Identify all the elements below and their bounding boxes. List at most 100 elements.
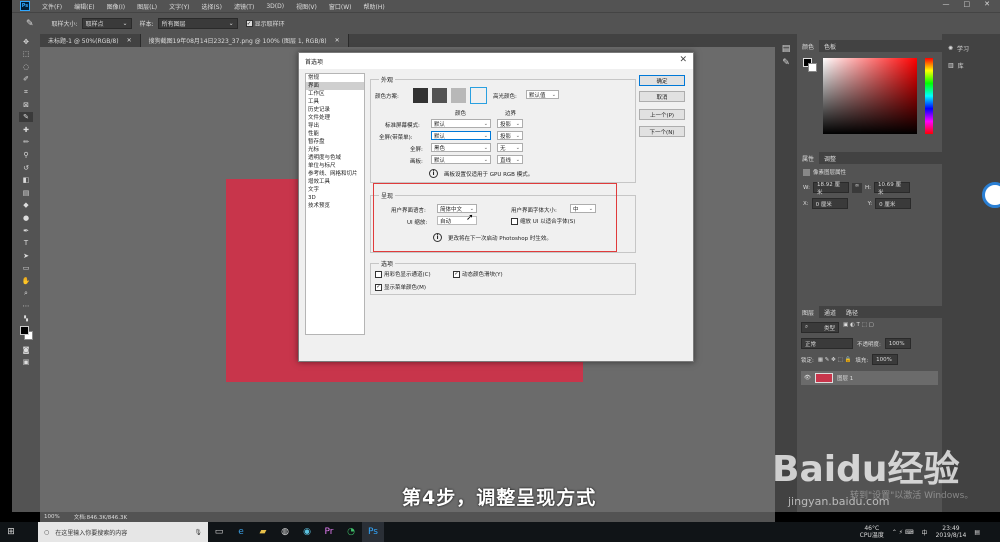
- menu-window[interactable]: 窗口(W): [329, 2, 352, 11]
- crop-tool-icon[interactable]: ⌗: [19, 87, 33, 97]
- path-selection-tool-icon[interactable]: ➤: [19, 251, 33, 261]
- color-picker[interactable]: [797, 52, 942, 140]
- artboard-color-select[interactable]: 默认 ⌄: [431, 155, 491, 164]
- menu-3d[interactable]: 3D(D): [266, 3, 284, 10]
- move-tool-icon[interactable]: ✥: [19, 37, 33, 47]
- close-icon[interactable]: ✕: [679, 55, 687, 65]
- menu-image[interactable]: 图像(I): [107, 2, 125, 11]
- link-icon[interactable]: ∞: [851, 182, 862, 193]
- brush-tool-icon[interactable]: ✏: [19, 137, 33, 147]
- zoom-level[interactable]: 100%: [44, 514, 60, 520]
- tab-screenshot-png[interactable]: 搜狗截图19年08月14日2323_37.png @ 100% (图层 1, R…: [140, 34, 349, 47]
- sample-layer-select[interactable]: 所有图层 ⌄: [157, 18, 238, 29]
- notification-icon[interactable]: ▤: [974, 529, 980, 536]
- blur-tool-icon[interactable]: ◆: [19, 200, 33, 210]
- clone-stamp-tool-icon[interactable]: ⚲: [19, 150, 33, 160]
- fullscreen-border-select[interactable]: 无 ⌄: [497, 143, 523, 152]
- windows-start-icon[interactable]: ⊞: [0, 522, 22, 542]
- menu-type[interactable]: 文字(Y): [169, 2, 189, 11]
- menu-file[interactable]: 文件(F): [42, 2, 62, 11]
- nav-item-technology-previews[interactable]: 技术预览: [306, 202, 364, 210]
- sample-size-select[interactable]: 取样点 ⌄: [81, 18, 132, 29]
- highlight-color-select[interactable]: 默认值 ⌄: [526, 90, 559, 99]
- file-explorer-icon[interactable]: ▰: [252, 522, 274, 542]
- taskbar-clock[interactable]: 23:49 2019/8/14: [936, 525, 967, 539]
- tab-swatches[interactable]: 色板: [819, 40, 841, 52]
- menu-colors-option[interactable]: ✓ 显示菜单颜色(M): [375, 283, 426, 291]
- edge-browser-icon[interactable]: e: [230, 522, 252, 542]
- nav-item-3d[interactable]: 3D: [306, 194, 364, 202]
- lasso-tool-icon[interactable]: ◌: [19, 62, 33, 72]
- fullscreen-menu-color-select[interactable]: 默认 ⌄: [431, 131, 491, 140]
- layer-row[interactable]: 👁 图层 1: [801, 371, 938, 385]
- standard-screen-color-select[interactable]: 默认 ⌄: [431, 119, 491, 128]
- quick-select-tool-icon[interactable]: ✐: [19, 74, 33, 84]
- pen-tool-icon[interactable]: ✒: [19, 226, 33, 236]
- assistant-icon[interactable]: [982, 182, 1000, 208]
- tab-properties[interactable]: 属性: [797, 152, 820, 164]
- tab-untitled-1[interactable]: 未标题-1 @ 50%(RGB/8) ✕: [40, 34, 141, 47]
- x-field[interactable]: 0 厘米: [811, 198, 848, 209]
- close-icon[interactable]: ✕: [335, 37, 340, 44]
- y-field[interactable]: 0 厘米: [875, 198, 912, 209]
- tab-color[interactable]: 颜色: [797, 40, 820, 52]
- nav-item-transparency-gamut[interactable]: 透明度与色域: [306, 154, 364, 162]
- taskbar-search-box[interactable]: ○ 在这里输入你要搜索的内容 🎙: [38, 522, 208, 542]
- history-brush-tool-icon[interactable]: ↺: [19, 163, 33, 173]
- menu-edit[interactable]: 编辑(E): [74, 2, 94, 11]
- next-button[interactable]: 下一个(N): [639, 126, 685, 137]
- minimize-icon[interactable]: —: [943, 0, 950, 8]
- channels-in-color-checkbox[interactable]: [375, 270, 382, 278]
- channels-in-color-option[interactable]: 用彩色显示通道(C): [375, 270, 431, 278]
- background-color-chip[interactable]: [808, 63, 817, 72]
- nav-item-guides-grid-slices[interactable]: 参考线、网格和切片: [306, 170, 364, 178]
- show-ring-checkbox[interactable]: ✓: [245, 20, 253, 27]
- nav-item-units-rulers[interactable]: 单位与标尺: [306, 162, 364, 170]
- opacity-field[interactable]: 100%: [884, 338, 911, 349]
- screen-mode-icon[interactable]: ▣: [19, 357, 33, 367]
- hand-tool-icon[interactable]: ✋: [19, 276, 33, 286]
- zoom-tool-icon[interactable]: ⌕: [19, 288, 33, 298]
- marquee-tool-icon[interactable]: ⬚: [19, 49, 33, 59]
- menu-layer[interactable]: 图层(L): [137, 2, 157, 11]
- color-scheme-swatch-darkest[interactable]: [413, 88, 428, 103]
- premiere-icon[interactable]: Pr: [318, 522, 340, 542]
- menu-colors-checkbox[interactable]: ✓: [375, 283, 382, 291]
- hue-slider[interactable]: [925, 58, 933, 134]
- tray-icons[interactable]: ⌃ ⚡ ⌨: [892, 529, 914, 536]
- color-scheme-swatch-light[interactable]: [470, 87, 487, 104]
- nav-item-plugins[interactable]: 增效工具: [306, 178, 364, 186]
- fill-field[interactable]: 100%: [872, 354, 899, 365]
- library-item[interactable]: ▥ 库: [948, 61, 1000, 70]
- eraser-tool-icon[interactable]: ◧: [19, 175, 33, 185]
- lock-icons[interactable]: ▦ ✎ ✥ ⬚ 🔒: [818, 357, 851, 363]
- task-view-icon[interactable]: ▭: [208, 522, 230, 542]
- frame-tool-icon[interactable]: ⊠: [19, 100, 33, 110]
- tab-paths[interactable]: 路径: [841, 306, 863, 318]
- previous-button[interactable]: 上一个(P): [639, 109, 685, 120]
- photoshop-taskbar-icon[interactable]: Ps: [362, 522, 384, 542]
- nav-item-workspace[interactable]: 工作区: [306, 90, 364, 98]
- nav-item-file-handling[interactable]: 文件处理: [306, 114, 364, 122]
- blend-mode-select[interactable]: 正常: [801, 338, 853, 349]
- nav-item-general[interactable]: 常规: [306, 74, 364, 82]
- quick-mask-icon[interactable]: ◙: [19, 345, 33, 355]
- dynamic-sliders-option[interactable]: ✓ 动态颜色滑块(Y): [453, 270, 503, 278]
- standard-screen-border-select[interactable]: 投影 ⌄: [497, 119, 523, 128]
- nav-item-performance[interactable]: 性能: [306, 130, 364, 138]
- color-scheme-swatch-medium[interactable]: [451, 88, 466, 103]
- microphone-icon[interactable]: 🎙: [194, 529, 202, 536]
- wechat-icon[interactable]: ◔: [340, 522, 362, 542]
- nav-item-tools[interactable]: 工具: [306, 98, 364, 106]
- edit-toolbar-icon[interactable]: ⋯: [19, 301, 33, 311]
- fullscreen-color-select[interactable]: 黑色 ⌄: [431, 143, 491, 152]
- rectangle-tool-icon[interactable]: ▭: [19, 263, 33, 273]
- cancel-button[interactable]: 取消: [639, 91, 685, 102]
- nav-item-scratch-disks[interactable]: 暂存盘: [306, 138, 364, 146]
- browser-icon[interactable]: ◉: [296, 522, 318, 542]
- dynamic-sliders-checkbox[interactable]: ✓: [453, 270, 460, 278]
- maximize-icon[interactable]: □: [964, 0, 971, 8]
- close-icon[interactable]: ✕: [984, 0, 990, 8]
- eyedropper-tool-icon[interactable]: ✎: [19, 112, 33, 123]
- nav-item-export[interactable]: 导出: [306, 122, 364, 130]
